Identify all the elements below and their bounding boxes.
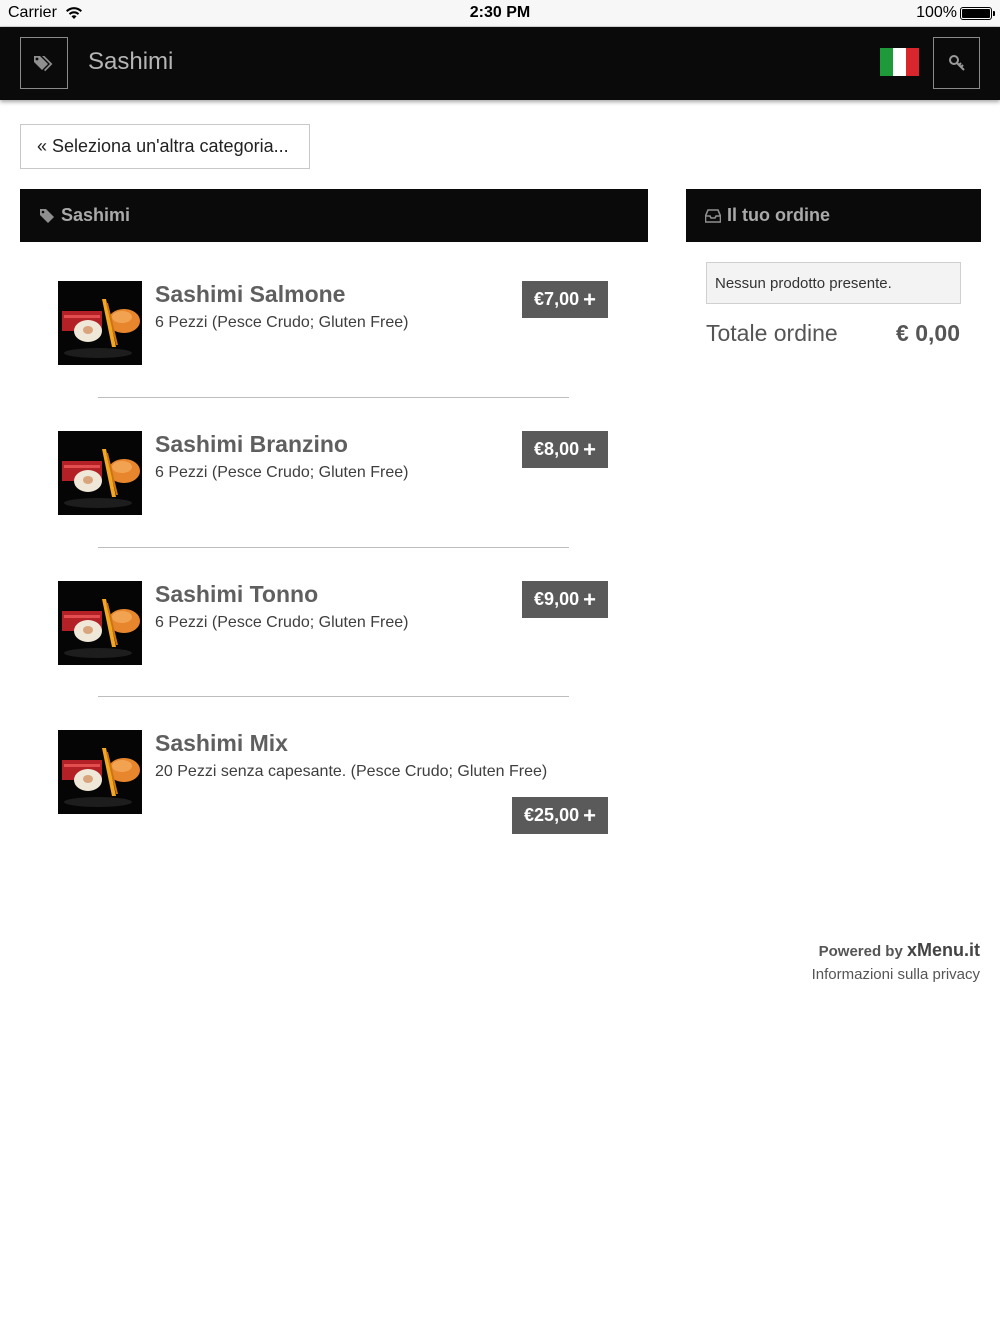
plus-icon: + [583,586,596,612]
product-price: €25,00 [524,805,580,825]
tag-icon [40,208,54,223]
page-title: Sashimi [88,48,174,75]
product-image[interactable] [58,730,142,814]
order-title: Il tuo ordine [727,205,830,225]
product-name: Sashimi Branzino [155,431,348,457]
category-title: Sashimi [61,205,131,225]
inbox-icon [705,208,721,223]
brand-link[interactable]: xMenu.it [907,940,980,960]
add-to-order-button[interactable]: €25,00 + [512,797,608,834]
plus-icon: + [583,802,596,828]
product-divider [98,397,569,398]
product-name: Sashimi Tonno [155,581,319,607]
double-chevron-left-icon: « [37,136,48,156]
product-description: 20 Pezzi senza capesante. (Pesce Crudo; … [155,763,548,780]
order-total-value: € 0,00 [896,320,960,346]
product-image[interactable] [58,431,142,515]
order-header: Il tuo ordine [686,189,981,242]
product-image[interactable] [58,581,142,665]
category-header: Sashimi [20,189,648,242]
product-item: Sashimi Tonno 6 Pezzi (Pesce Crudo; Glut… [58,581,610,666]
product-divider [98,696,569,697]
key-icon [948,55,965,71]
italy-flag-icon[interactable] [880,48,919,76]
add-to-order-button[interactable]: €7,00 + [522,281,608,318]
product-description: 6 Pezzi (Pesce Crudo; Gluten Free) [155,314,409,331]
product-item: Sashimi Salmone 6 Pezzi (Pesce Crudo; Gl… [58,281,610,366]
product-image[interactable] [58,281,142,365]
clock: 2:30 PM [469,4,531,21]
order-total-label: Totale ordine [706,320,838,346]
product-item: Sashimi Mix 20 Pezzi senza capesante. (P… [58,730,610,834]
login-button[interactable] [933,37,980,89]
plus-icon: + [583,436,596,462]
top-navbar: Sashimi [0,27,1000,100]
battery-percentage: 100% [916,4,957,21]
product-price: €7,00 [534,289,580,309]
select-category-button[interactable]: « Seleziona un'altra categoria... [20,124,310,169]
product-name: Sashimi Mix [155,730,288,756]
product-name: Sashimi Salmone [155,281,346,307]
plus-icon: + [583,286,596,312]
product-description: 6 Pezzi (Pesce Crudo; Gluten Free) [155,464,409,481]
product-description: 6 Pezzi (Pesce Crudo; Gluten Free) [155,614,409,631]
product-price: €9,00 [534,589,580,609]
select-category-label: Seleziona un'altra categoria... [52,136,289,156]
categories-menu-button[interactable] [20,37,68,89]
add-to-order-button[interactable]: €9,00 + [522,581,608,618]
powered-by: Powered by xMenu.it [819,940,980,961]
status-bar: Carrier 2:30 PM 100% [0,0,1000,27]
order-empty-message: Nessun prodotto presente. [706,262,961,304]
product-price: €8,00 [534,439,580,459]
privacy-link[interactable]: Informazioni sulla privacy [812,966,980,983]
battery-icon [960,7,995,20]
tags-icon [34,56,53,72]
add-to-order-button[interactable]: €8,00 + [522,431,608,468]
powered-by-label: Powered by [818,943,903,960]
product-item: Sashimi Branzino 6 Pezzi (Pesce Crudo; G… [58,431,610,516]
product-divider [98,547,569,548]
